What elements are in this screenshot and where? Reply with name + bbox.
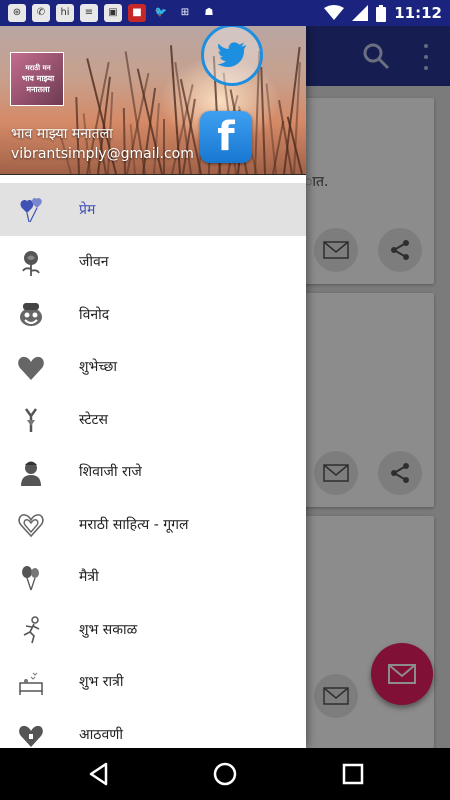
bars-icon: ⊞ xyxy=(180,7,190,18)
docs-icon: ≡ xyxy=(80,4,98,22)
home-icon[interactable] xyxy=(212,761,238,787)
bed-icon xyxy=(17,669,45,697)
drawer-item-label: जीवन xyxy=(79,254,109,271)
profile-image-line: भाव माझ्या xyxy=(21,74,55,83)
runner-icon xyxy=(17,616,45,644)
drawer-item[interactable]: शुभेच्छा xyxy=(0,341,306,394)
drawer-item-label: स्टेटस xyxy=(79,411,109,428)
wifi-icon xyxy=(324,5,345,20)
status-bar: ⊛ ✆ hi ≡ ▣ ■ 🐦 ⊞ ☗ 11:12 xyxy=(0,0,450,26)
profile-image[interactable]: मराठी मन भाव माझ्या मनातला xyxy=(10,52,64,106)
header-email: vibrantsimply@gmail.com xyxy=(11,146,194,162)
balloon-heart-icon xyxy=(17,196,45,224)
signal-icon xyxy=(352,5,369,21)
drawer-item[interactable]: प्रेम xyxy=(0,183,306,236)
drawer-header: मराठी मन भाव माझ्या मनातला f भाव माझ्या … xyxy=(0,26,306,175)
grass-blade xyxy=(122,107,126,174)
facebook-button[interactable]: f xyxy=(200,111,252,163)
recents-icon[interactable] xyxy=(340,761,366,787)
drawer-item[interactable]: शुभ रात्री xyxy=(0,656,306,709)
grass-blade xyxy=(82,113,91,174)
drawer-item[interactable]: मराठी साहित्य - गूगल xyxy=(0,498,306,551)
drawer-item[interactable]: शिवाजी राजे xyxy=(0,446,306,499)
heart-card-icon xyxy=(17,354,45,382)
drawer-item[interactable]: विनोद xyxy=(0,288,306,341)
navigation-drawer: मराठी मन भाव माझ्या मनातला f भाव माझ्या … xyxy=(0,26,306,748)
system-nav-bar xyxy=(0,748,450,800)
twitter-bird-icon xyxy=(217,42,246,68)
drawer-item-label: शुभेच्छा xyxy=(79,359,117,376)
drawer-item-label: शुभ रात्री xyxy=(79,674,124,691)
facebook-icon: f xyxy=(217,114,235,160)
profile-image-line: मनातला xyxy=(26,85,50,94)
drawer-item-label: आठवणी xyxy=(79,726,123,743)
drawer-item[interactable]: आठवणी xyxy=(0,708,306,748)
drawer-item-label: शुभ सकाळ xyxy=(79,621,138,638)
balloons-icon xyxy=(17,564,45,592)
rose-icon xyxy=(17,249,45,277)
drawer-item-label: प्रेम xyxy=(79,201,96,218)
status-time: 11:12 xyxy=(394,4,442,22)
twitter-icon: 🐦 xyxy=(154,7,168,18)
hike-icon: hi xyxy=(56,4,74,22)
header-app-name: भाव माझ्या मनातला xyxy=(11,126,113,142)
drawer-item[interactable]: स्टेटस xyxy=(0,393,306,446)
heart-lock-icon xyxy=(17,721,45,748)
clown-face-icon xyxy=(17,301,45,329)
back-icon[interactable] xyxy=(86,761,112,787)
android-icon: ☗ xyxy=(204,7,214,18)
drawer-item-label: मैत्री xyxy=(79,569,99,586)
drawer-item[interactable]: जीवन xyxy=(0,236,306,289)
heart-swirl-icon xyxy=(17,511,45,539)
news-icon: ■ xyxy=(128,4,146,22)
drawer-menu: प्रेम जीवन विनोद शुभेच्छा स्टेटस शिवाजी राजे म… xyxy=(0,183,306,748)
drawer-item[interactable]: शुभ सकाळ xyxy=(0,603,306,656)
drawer-item-label: मराठी साहित्य - गूगल xyxy=(79,516,189,533)
gallery-icon: ▣ xyxy=(104,4,122,22)
twitter-button[interactable] xyxy=(201,26,263,86)
arrow-heart-icon xyxy=(17,406,45,434)
drawer-item[interactable]: मैत्री xyxy=(0,551,306,604)
notification-icons: ⊛ ✆ hi ≡ ▣ ■ 🐦 ⊞ ☗ xyxy=(8,4,218,22)
notification-app-icon: ⊛ xyxy=(8,4,26,22)
drawer-item-label: शिवाजी राजे xyxy=(79,464,142,481)
whatsapp-icon: ✆ xyxy=(32,4,50,22)
profile-image-line: मराठी मन xyxy=(25,64,51,72)
battery-icon xyxy=(376,4,387,22)
drawer-item-label: विनोद xyxy=(79,306,110,323)
warrior-bust-icon xyxy=(17,459,45,487)
